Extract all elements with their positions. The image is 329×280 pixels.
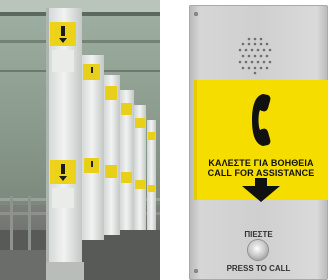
speaker-grille-icon (238, 37, 272, 75)
yellow-instruction-plate: ΚΑΛΕΣΤΕ ΓΙΑ ΒΟΗΘΕΙΑ CALL FOR ASSISTANCE (194, 80, 328, 202)
press-to-call-label: PRESS TO CALL (226, 264, 291, 273)
emergency-columns-photo (0, 0, 160, 280)
arrow-down-icon (242, 178, 280, 202)
screw-icon (194, 12, 198, 16)
emergency-intercom-panel: ΚΑΛΕΣΤΕ ΓΙΑ ΒΟΗΘΕΙΑ CALL FOR ASSISTANCE … (189, 5, 328, 280)
press-label-greek: ΠΙΕΣΤΕ (244, 230, 273, 239)
call-button[interactable] (248, 240, 268, 260)
call-for-assistance-label: CALL FOR ASSISTANCE (207, 168, 315, 178)
telephone-handset-icon (252, 94, 271, 146)
plate-edge (194, 80, 197, 200)
call-for-help-greek: ΚΑΛΕΣΤΕ ΓΙΑ ΒΟΗΘΕΙΑ (208, 158, 314, 168)
